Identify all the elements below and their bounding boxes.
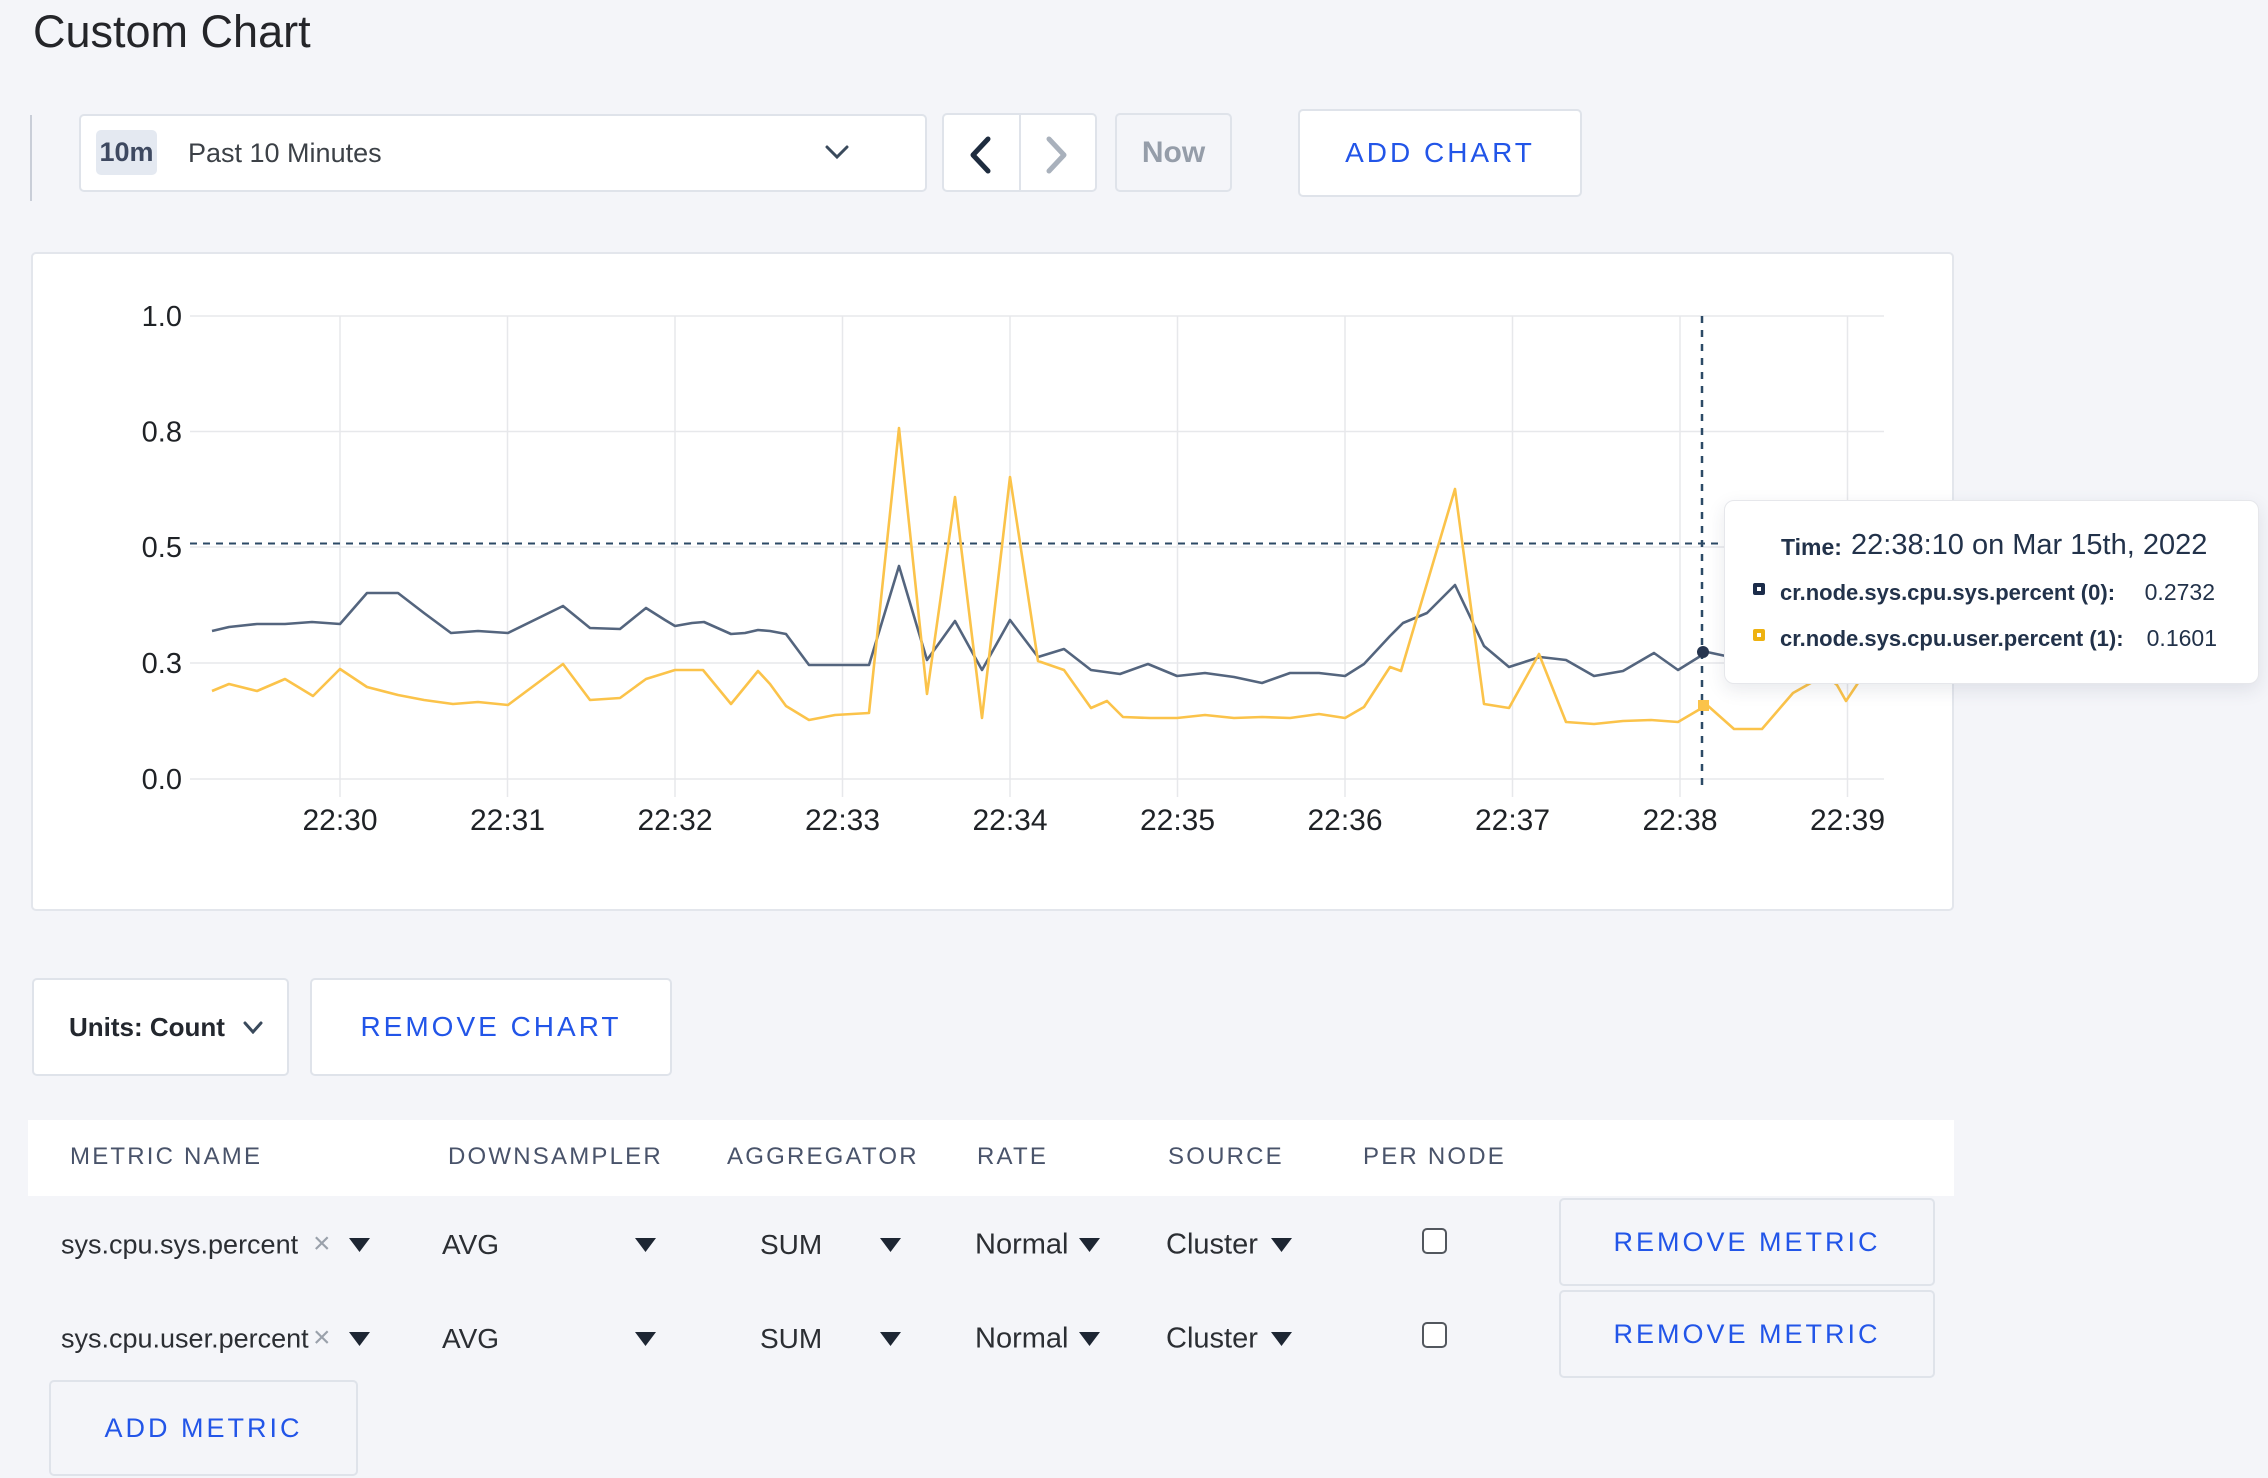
svg-text:22:33: 22:33 (805, 804, 880, 837)
svg-text:22:34: 22:34 (972, 804, 1047, 837)
svg-text:1.0: 1.0 (142, 301, 182, 333)
svg-text:22:30: 22:30 (302, 804, 377, 837)
svg-text:0.0: 0.0 (142, 764, 182, 796)
svg-text:22:35: 22:35 (1140, 804, 1215, 837)
svg-text:22:31: 22:31 (470, 804, 545, 837)
svg-text:22:32: 22:32 (637, 804, 712, 837)
svg-text:22:39: 22:39 (1810, 804, 1885, 837)
svg-text:0.3: 0.3 (142, 648, 182, 680)
svg-text:0.5: 0.5 (142, 532, 182, 564)
svg-text:22:37: 22:37 (1475, 804, 1550, 837)
svg-text:22:38: 22:38 (1642, 804, 1717, 837)
svg-text:22:36: 22:36 (1307, 804, 1382, 837)
svg-text:0.8: 0.8 (142, 417, 182, 449)
